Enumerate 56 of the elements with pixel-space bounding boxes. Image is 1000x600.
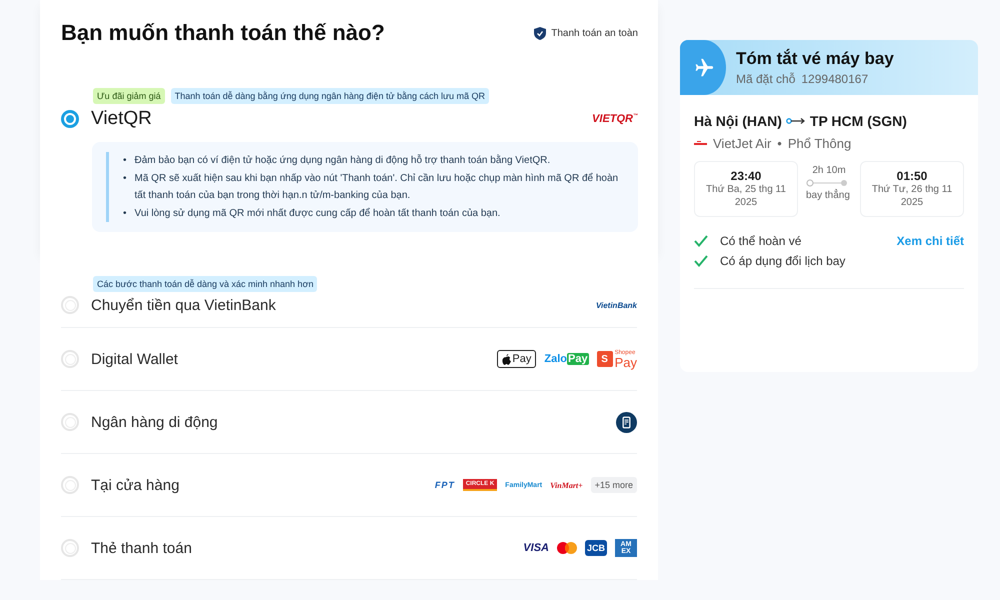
method-label[interactable]: Digital Wallet bbox=[91, 350, 178, 368]
summary-title: Tóm tắt vé máy bay bbox=[736, 49, 894, 69]
shield-icon bbox=[534, 26, 546, 40]
wallet-logo: ZaloPay bbox=[544, 353, 589, 365]
method-label[interactable]: Ngân hàng di động bbox=[91, 414, 218, 430]
airline-name: VietJet Air bbox=[713, 136, 772, 151]
method-label[interactable]: Tại cửa hàng bbox=[91, 476, 180, 494]
flight-time: 01:50 bbox=[896, 169, 928, 183]
info-tag: Thanh toán dễ dàng bằng ứng dụng ngân hàng điện tử bằng cách lưu mã QR bbox=[170, 88, 490, 104]
booking-code: 1299480167 bbox=[801, 72, 868, 86]
flight-duration: 2h 10m bbox=[811, 165, 847, 176]
method-label[interactable]: Thẻ thanh toán bbox=[91, 540, 192, 556]
separator-dot: • bbox=[777, 136, 782, 151]
radio-button[interactable] bbox=[61, 110, 79, 128]
card-logo: JCB bbox=[584, 540, 607, 556]
note-text: Vui lòng sử dụng mã QR mới nhất được cung cấp để hoàn tất thanh toán của bạn. bbox=[134, 206, 500, 220]
radio-button[interactable] bbox=[61, 413, 79, 431]
method-label[interactable]: Chuyển tiền qua VietinBank bbox=[91, 296, 276, 314]
phone-icon bbox=[616, 412, 637, 432]
feature-text: Có thể hoàn vé bbox=[720, 234, 802, 248]
secure-label: Thanh toán an toàn bbox=[551, 28, 638, 38]
radio-button[interactable] bbox=[61, 539, 79, 557]
radio-button[interactable] bbox=[61, 296, 79, 314]
note-text: Đảm bảo bạn có ví điện tử hoặc ứng dụng ngân hàng di động hỗ trợ thanh toán bằng VietQR. bbox=[134, 153, 550, 168]
stops-label: bay thẳng bbox=[806, 190, 851, 201]
bullet-mark: • bbox=[123, 154, 127, 168]
bullet-mark: • bbox=[123, 172, 127, 186]
radio-button[interactable] bbox=[61, 476, 79, 494]
bullet-mark: • bbox=[123, 206, 127, 220]
method-label[interactable]: VietQR bbox=[91, 108, 152, 130]
promo-tag: Ưu đãi giảm giá bbox=[93, 88, 165, 104]
more-count: +15 more bbox=[590, 477, 637, 493]
bank-logo: VietinBank bbox=[596, 300, 637, 310]
cabin-class: Phổ Thông bbox=[788, 136, 852, 151]
card-logo: VISA bbox=[523, 542, 549, 554]
check-icon bbox=[694, 235, 708, 247]
apple-icon bbox=[502, 354, 512, 364]
timeline-line bbox=[806, 179, 848, 187]
wallet-logo: Pay bbox=[497, 350, 536, 368]
radio-button[interactable] bbox=[61, 350, 79, 368]
flight-date: Thứ Tư, 26 thg 11 2025 bbox=[870, 183, 954, 209]
store-logo: VinMart+ bbox=[550, 480, 583, 490]
note-text: Mã QR sẽ xuất hiện sau khi bạn nhấp vào nút 'Thanh toán'. Chỉ cần lưu hoặc chụp màn hình mã QR để hoàn tất thanh toán của bạn trong thời hạn.n tử/m-banking của bạn. bbox=[134, 172, 620, 203]
feature-text: Có áp dụng đổi lịch bay bbox=[720, 254, 846, 268]
airline-logo bbox=[694, 140, 707, 146]
card-logo bbox=[556, 542, 577, 554]
check-icon bbox=[694, 255, 708, 267]
origin-city: Hà Nội (HAN) bbox=[694, 113, 782, 129]
store-logo: FPT bbox=[434, 480, 455, 490]
page-title: Bạn muốn thanh toán thế nào? bbox=[61, 20, 385, 46]
arrow-icon bbox=[786, 117, 806, 125]
flight-time: 23:40 bbox=[730, 169, 762, 183]
booking-label: Mã đặt chỗ bbox=[736, 72, 796, 86]
destination-city: TP HCM (SGN) bbox=[810, 113, 907, 129]
flight-date: Thứ Ba, 25 thg 11 2025 bbox=[705, 183, 787, 209]
info-tag: Các bước thanh toán dễ dàng và xác minh nhanh hơn bbox=[93, 276, 318, 292]
